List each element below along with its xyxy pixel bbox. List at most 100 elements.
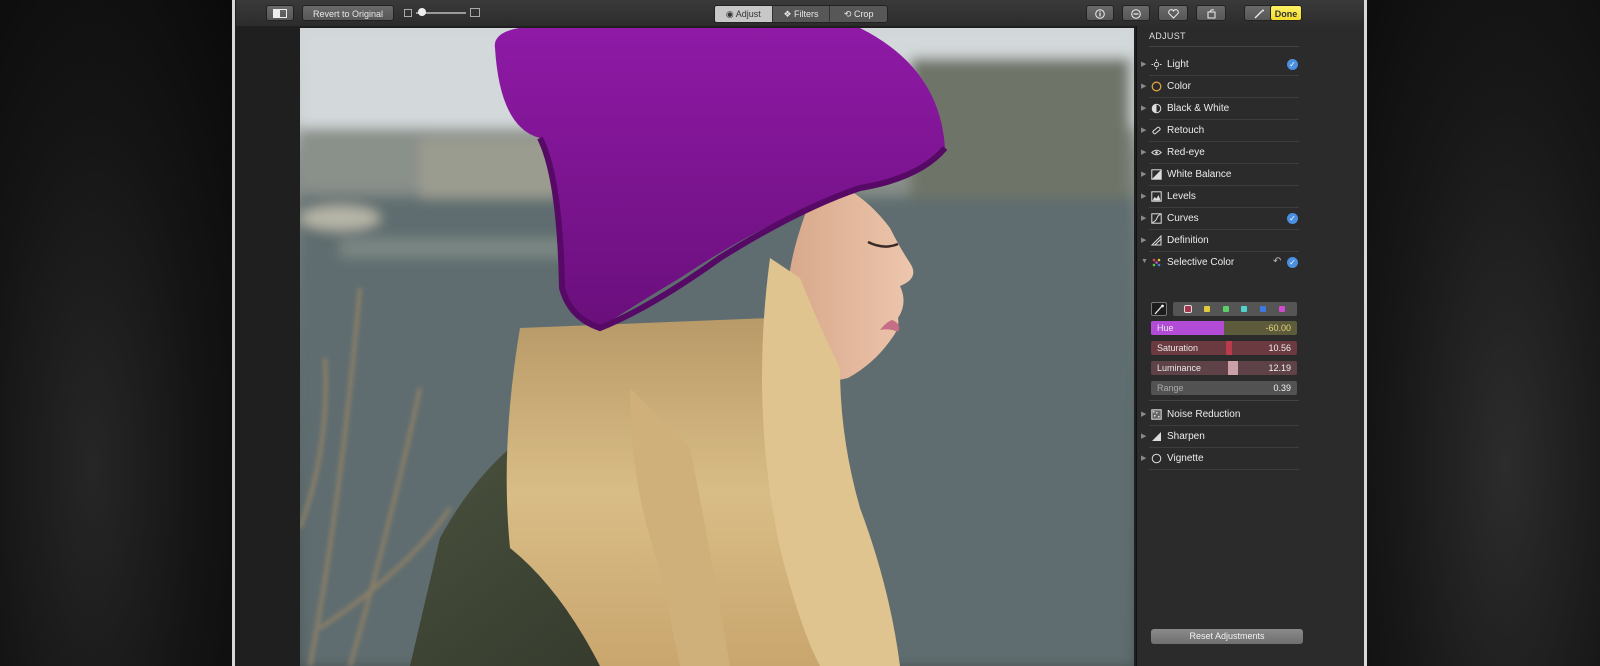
live-photo-button[interactable] [1122, 5, 1150, 21]
adjust-item-label: Light [1167, 59, 1189, 70]
panel-divider [1149, 400, 1299, 401]
disclosure-chevron-icon[interactable]: ▶ [1141, 60, 1146, 68]
adjust-item-selective-color[interactable]: ▼ Selective Color ↶ ✓ [1137, 252, 1364, 274]
swatch-blue[interactable] [1259, 306, 1266, 312]
disclosure-chevron-icon[interactable]: ▶ [1141, 236, 1146, 244]
color-swatch-bar [1173, 302, 1297, 316]
adjust-item-curves[interactable]: ▶ Curves ✓ [1137, 208, 1364, 230]
edited-photo[interactable] [300, 28, 1134, 666]
disclosure-chevron-icon[interactable]: ▶ [1141, 148, 1146, 156]
luminance-slider-value: 12.19 [1268, 363, 1291, 373]
tab-crop-label: Crop [853, 9, 874, 19]
half-circle-icon [1151, 103, 1162, 114]
adjust-item-sharpen[interactable]: ▶ Sharpen [1137, 426, 1364, 448]
info-button[interactable] [1086, 5, 1114, 21]
adjust-item-label: White Balance [1167, 169, 1232, 180]
disclosure-chevron-icon[interactable]: ▶ [1141, 410, 1146, 418]
adjust-item-white-balance[interactable]: ▶ White Balance [1137, 164, 1364, 186]
range-slider-value: 0.39 [1273, 383, 1291, 393]
swatch-green[interactable] [1222, 306, 1229, 312]
tab-filters[interactable]: ❖ Filters [773, 6, 831, 22]
disclosure-chevron-icon[interactable]: ▶ [1141, 104, 1146, 112]
compare-button[interactable] [266, 5, 294, 21]
hue-slider-label: Hue [1157, 323, 1174, 333]
disclosure-chevron-icon[interactable]: ▶ [1141, 214, 1146, 222]
adjust-item-noise-reduction[interactable]: ▶ Noise Reduction [1137, 404, 1364, 426]
color-circle-icon [1151, 81, 1162, 92]
portrait-photo-image [300, 28, 1134, 666]
done-button[interactable]: Done [1270, 5, 1302, 21]
adjust-item-label: Retouch [1167, 125, 1205, 136]
adjust-item-red-eye[interactable]: ▶ Red-eye [1137, 142, 1364, 164]
eyedropper-icon [1154, 304, 1164, 315]
swatch-red[interactable] [1184, 305, 1193, 313]
swatch-cyan[interactable] [1241, 306, 1248, 312]
panel-divider [1149, 46, 1299, 47]
tab-crop[interactable]: ⟲ Crop [830, 6, 887, 22]
saturation-slider[interactable]: Saturation 10.56 [1151, 341, 1297, 355]
photo-canvas[interactable] [236, 26, 1136, 666]
tab-filters-label: Filters [794, 9, 819, 19]
saturation-slider-label: Saturation [1157, 343, 1199, 353]
disclosure-chevron-icon[interactable]: ▶ [1141, 192, 1146, 200]
panel-title: ADJUST [1149, 31, 1186, 41]
compare-icon [273, 9, 287, 18]
swatch-magenta[interactable] [1278, 306, 1285, 312]
adjust-item-black-white[interactable]: ▶ Black & White [1137, 98, 1364, 120]
disclosure-chevron-icon[interactable]: ▶ [1141, 454, 1146, 462]
curves-icon [1151, 213, 1162, 224]
adjust-item-label: Selective Color [1167, 257, 1235, 268]
disclosure-chevron-icon[interactable]: ▶ [1141, 432, 1146, 440]
crop-icon: ⟲ [843, 9, 854, 19]
adjust-item-definition[interactable]: ▶ Definition [1137, 230, 1364, 252]
undo-icon[interactable]: ↶ [1273, 256, 1281, 267]
adjust-item-light[interactable]: ▶ Light ✓ [1137, 54, 1364, 76]
enabled-check-icon[interactable]: ✓ [1287, 257, 1298, 268]
selective-color-icon [1152, 258, 1161, 267]
rotate-button[interactable] [1196, 5, 1226, 21]
adjust-item-label: Color [1167, 81, 1191, 92]
adjust-item-retouch[interactable]: ▶ Retouch [1137, 120, 1364, 142]
reset-adjustments-button[interactable]: Reset Adjustments [1151, 629, 1303, 644]
favorite-button[interactable] [1158, 5, 1188, 21]
adjust-item-label: Noise Reduction [1167, 409, 1241, 420]
revert-to-original-button[interactable]: Revert to Original [302, 5, 394, 21]
luminance-slider[interactable]: Luminance 12.19 [1151, 361, 1297, 375]
disclosure-chevron-down-icon[interactable]: ▼ [1141, 258, 1148, 265]
swatch-yellow[interactable] [1203, 306, 1210, 312]
adjust-item-vignette[interactable]: ▶ Vignette [1137, 448, 1364, 470]
saturation-slider-knob[interactable] [1226, 341, 1232, 355]
range-slider[interactable]: Range 0.39 [1151, 381, 1297, 395]
adjust-item-label: Definition [1167, 235, 1209, 246]
eyedropper-button[interactable] [1151, 302, 1167, 316]
triangle-icon [1151, 235, 1162, 246]
adjust-item-color[interactable]: ▶ Color [1137, 76, 1364, 98]
bandage-icon [1152, 126, 1161, 135]
adjust-item-label: Black & White [1167, 103, 1230, 114]
luminance-slider-label: Luminance [1157, 363, 1202, 373]
adjust-item-label: Levels [1167, 191, 1196, 202]
tab-adjust[interactable]: ◉ Adjust [715, 6, 773, 22]
white-balance-icon [1151, 169, 1162, 180]
left-backdrop [0, 0, 232, 666]
heart-icon [1167, 9, 1179, 19]
levels-icon [1151, 191, 1162, 202]
adjust-item-levels[interactable]: ▶ Levels [1137, 186, 1364, 208]
magic-wand-icon [1254, 9, 1264, 19]
zoom-slider-knob[interactable] [418, 8, 426, 16]
enabled-check-icon[interactable]: ✓ [1287, 59, 1298, 70]
luminance-slider-knob[interactable] [1228, 361, 1238, 375]
sun-icon [1151, 59, 1162, 70]
range-slider-label: Range [1157, 383, 1184, 393]
vignette-icon [1151, 453, 1162, 464]
hue-slider[interactable]: Hue -60.00 [1151, 321, 1297, 335]
right-backdrop [1366, 0, 1600, 666]
disclosure-chevron-icon[interactable]: ▶ [1141, 126, 1146, 134]
enabled-check-icon[interactable]: ✓ [1287, 213, 1298, 224]
disclosure-chevron-icon[interactable]: ▶ [1141, 170, 1146, 178]
edit-mode-tabs: ◉ Adjust ❖ Filters ⟲ Crop [714, 5, 888, 23]
adjust-panel: ADJUST ▶ Light ✓ ▶ Color ▶ Black & White… [1136, 26, 1364, 666]
screen-edge-right [1364, 0, 1367, 666]
disclosure-chevron-icon[interactable]: ▶ [1141, 82, 1146, 90]
row-divider [1149, 469, 1299, 470]
